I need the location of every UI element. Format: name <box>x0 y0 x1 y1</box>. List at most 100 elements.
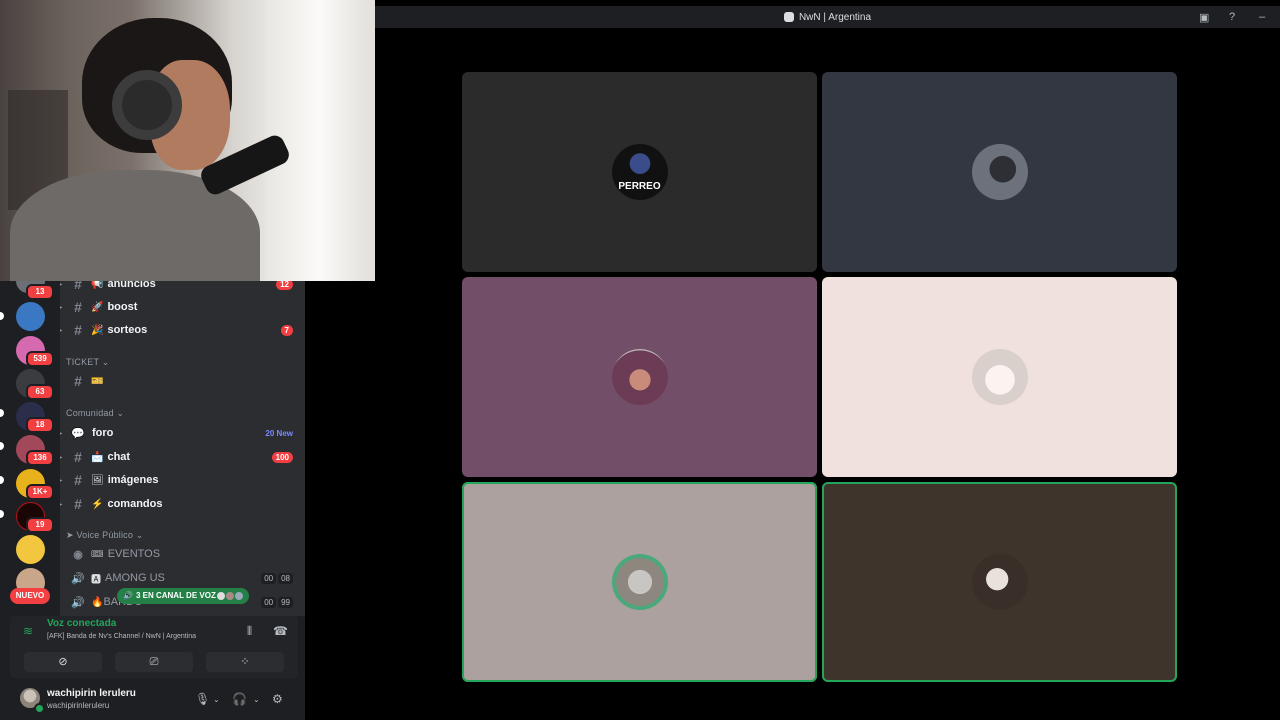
voice-status-title[interactable]: Voz conectada <box>47 618 116 629</box>
voice-connected-panel: ≋ Voz conectada [AFK] Banda de Nv's Chan… <box>10 616 298 678</box>
video-tile[interactable] <box>822 277 1177 477</box>
microphone-icon[interactable]: 🎙 <box>195 692 210 706</box>
avatar <box>971 554 1028 610</box>
avatar <box>611 349 668 405</box>
signal-icon[interactable]: ≋ <box>23 624 33 638</box>
avatar <box>971 144 1028 200</box>
text-channel-icon: # <box>74 472 82 488</box>
minimize-icon[interactable]: – <box>1259 11 1265 23</box>
voice-channel-eventos[interactable]: ◉ 🎟 EVENTOS <box>60 543 305 565</box>
expand-caret-icon: ▶ <box>60 281 66 288</box>
voice-channel-path[interactable]: [AFK] Banda de Nv's Channel / NwN | Arge… <box>47 633 196 640</box>
expand-caret-icon: ▶ <box>60 477 66 484</box>
server-badge: 136 <box>26 450 54 466</box>
category-label: Comunidad <box>66 408 114 418</box>
disconnect-icon[interactable]: ☎ <box>273 624 288 638</box>
voice-channel-among-us[interactable]: 🔊 🅰 AMONG US 00 08 <box>60 567 305 589</box>
mention-badge: 12 <box>276 281 293 290</box>
online-status-icon <box>34 703 45 714</box>
video-tile[interactable] <box>462 277 817 477</box>
webcam-overlay <box>0 0 375 281</box>
text-channel-icon: # <box>74 496 82 512</box>
server-badge: 63 <box>26 384 54 400</box>
channel-name: EVENTOS <box>107 548 161 560</box>
category-comunidad[interactable]: Comunidad ⌄ <box>66 408 124 419</box>
voice-channel-count-pill[interactable]: 🔊 3 EN CANAL DE VOZ <box>117 588 249 604</box>
username[interactable]: wachipirin leruleru <box>47 688 136 699</box>
speaker-icon: 🔊 <box>71 572 85 585</box>
chevron-down-icon[interactable]: ⌄ <box>253 695 260 704</box>
share-screen-button[interactable]: ⎚ <box>115 652 193 672</box>
channel-emoji: 🔥 <box>91 596 104 608</box>
expand-caret-icon: ▶ <box>60 327 66 334</box>
channel-chat[interactable]: ▶ # 📩 chat 100 <box>60 446 305 468</box>
server-icon <box>783 12 794 22</box>
text-channel-icon: # <box>74 373 82 389</box>
voice-count-label: 3 EN CANAL DE VOZ <box>135 591 216 600</box>
headphones-icon[interactable]: 🎧 <box>232 692 247 706</box>
camera-off-icon: ⊘ <box>58 656 68 668</box>
channel-emoji: 🚀 <box>91 301 104 313</box>
channel-list: ▶ # 📢 anuncios 12 ▶ # 🚀 boost ▶ # 🎉 sort… <box>60 281 305 616</box>
user-count: 00 <box>261 596 277 608</box>
avatar <box>225 592 234 600</box>
server-badge: 19 <box>26 517 54 533</box>
avatar <box>216 592 225 600</box>
text-channel-icon: # <box>74 322 82 338</box>
user-handle[interactable]: wachipirinleruleru <box>47 701 109 710</box>
avatar <box>611 554 668 610</box>
screen-share-icon: ⎚ <box>149 656 159 668</box>
channel-anuncios[interactable]: ▶ # 📢 anuncios 12 <box>60 281 305 295</box>
channel-sorteos[interactable]: ▶ # 🎉 sorteos 7 <box>60 319 305 341</box>
video-tile[interactable] <box>822 482 1177 682</box>
user-max: 99 <box>278 596 293 608</box>
channel-name: AMONG US <box>105 572 165 584</box>
expand-caret-icon: ▶ <box>60 454 66 461</box>
user-limit: 00 08 <box>261 572 293 584</box>
chevron-down-icon[interactable]: ⌄ <box>213 695 220 704</box>
channel-imagenes[interactable]: ▶ # 🖼 imágenes <box>60 469 305 491</box>
speaker-icon: 🔊 <box>71 596 85 609</box>
category-label: TICKET <box>66 357 100 367</box>
channel-name: foro <box>92 427 114 439</box>
gear-icon[interactable]: ⚙ <box>272 692 283 706</box>
channel-boost[interactable]: ▶ # 🚀 boost <box>60 296 305 318</box>
category-ticket[interactable]: TICKET ⌄ <box>66 357 110 368</box>
channel-comandos[interactable]: ▶ # ⚡ comandos <box>60 493 305 515</box>
server-unread-pill <box>0 312 4 320</box>
channel-foro[interactable]: ▶ 💬 foro 20 New <box>60 422 305 444</box>
activities-button[interactable]: ⁘ <box>206 652 284 672</box>
video-tile[interactable] <box>462 482 817 682</box>
user-limit: 00 99 <box>261 596 293 608</box>
channel-emoji: 🅰 <box>91 574 101 586</box>
channel-name: imágenes <box>107 474 159 486</box>
camera-off-button[interactable]: ⊘ <box>24 652 102 672</box>
video-tile[interactable]: PERREO <box>462 72 817 272</box>
new-badge[interactable]: NUEVO <box>10 588 50 604</box>
new-posts-label: 20 New <box>265 428 293 438</box>
category-label: Voice Público <box>76 530 134 540</box>
text-channel-icon: # <box>74 281 82 292</box>
server-unread-pill <box>0 510 4 518</box>
channel-ticket[interactable]: # 🎫 <box>60 370 305 392</box>
noise-suppression-icon[interactable]: ⫴ <box>247 624 252 639</box>
channel-name: anuncios <box>107 281 156 290</box>
help-icon[interactable]: ? <box>1229 11 1235 23</box>
channel-emoji: 🖼 <box>91 474 104 486</box>
server-title: NwN | Argentina <box>798 11 872 23</box>
server-badge: 1K+ <box>26 484 54 500</box>
user-max: 08 <box>278 572 293 584</box>
channel-emoji: 🎉 <box>91 324 104 336</box>
category-voice-publico[interactable]: ➤ Voice Público ⌄ <box>66 530 144 541</box>
avatar <box>971 349 1028 405</box>
server-icon-2[interactable] <box>16 302 45 331</box>
server-badge: 13 <box>26 284 54 300</box>
text-channel-icon: # <box>74 449 82 465</box>
avatar-caption: PERREO <box>618 181 661 192</box>
video-tile[interactable] <box>822 72 1177 272</box>
text-channel-icon: # <box>74 299 82 315</box>
inbox-icon[interactable]: ▣ <box>1199 11 1209 24</box>
mention-badge: 100 <box>271 451 293 463</box>
server-icon-9[interactable] <box>16 535 45 564</box>
channel-name: comandos <box>107 498 163 510</box>
